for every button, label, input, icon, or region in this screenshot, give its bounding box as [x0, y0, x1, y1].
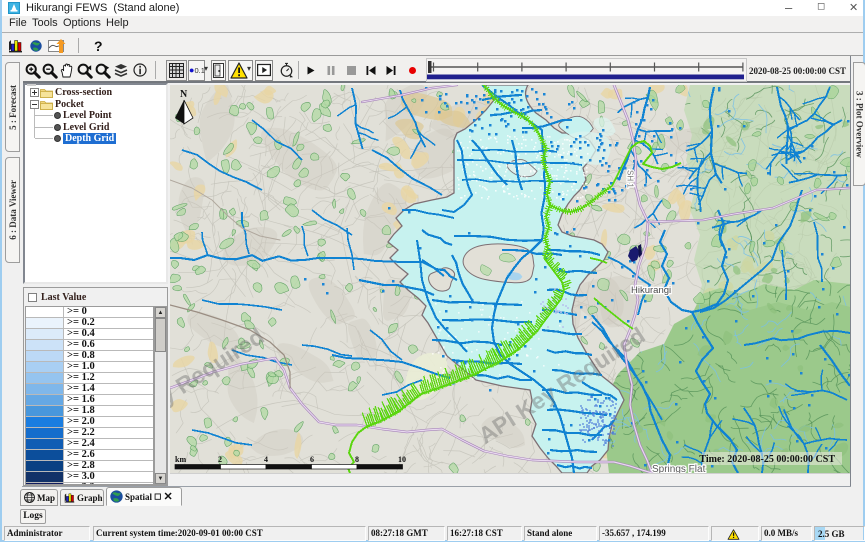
svg-text:km: km [175, 455, 186, 464]
svg-text:10: 10 [398, 455, 406, 464]
svg-text:8: 8 [355, 455, 359, 464]
svg-text:Time: 2020-08-25 00:00:00 CST: Time: 2020-08-25 00:00:00 CST [699, 454, 835, 465]
svg-text:4: 4 [264, 455, 268, 464]
svg-text:Hikurangi: Hikurangi [631, 285, 671, 296]
svg-text:N: N [180, 89, 188, 100]
svg-text:6: 6 [310, 455, 314, 464]
svg-text:2: 2 [218, 455, 222, 464]
svg-text:SH 1: SH 1 [626, 170, 635, 188]
svg-text:Springs Flat: Springs Flat [652, 464, 706, 473]
